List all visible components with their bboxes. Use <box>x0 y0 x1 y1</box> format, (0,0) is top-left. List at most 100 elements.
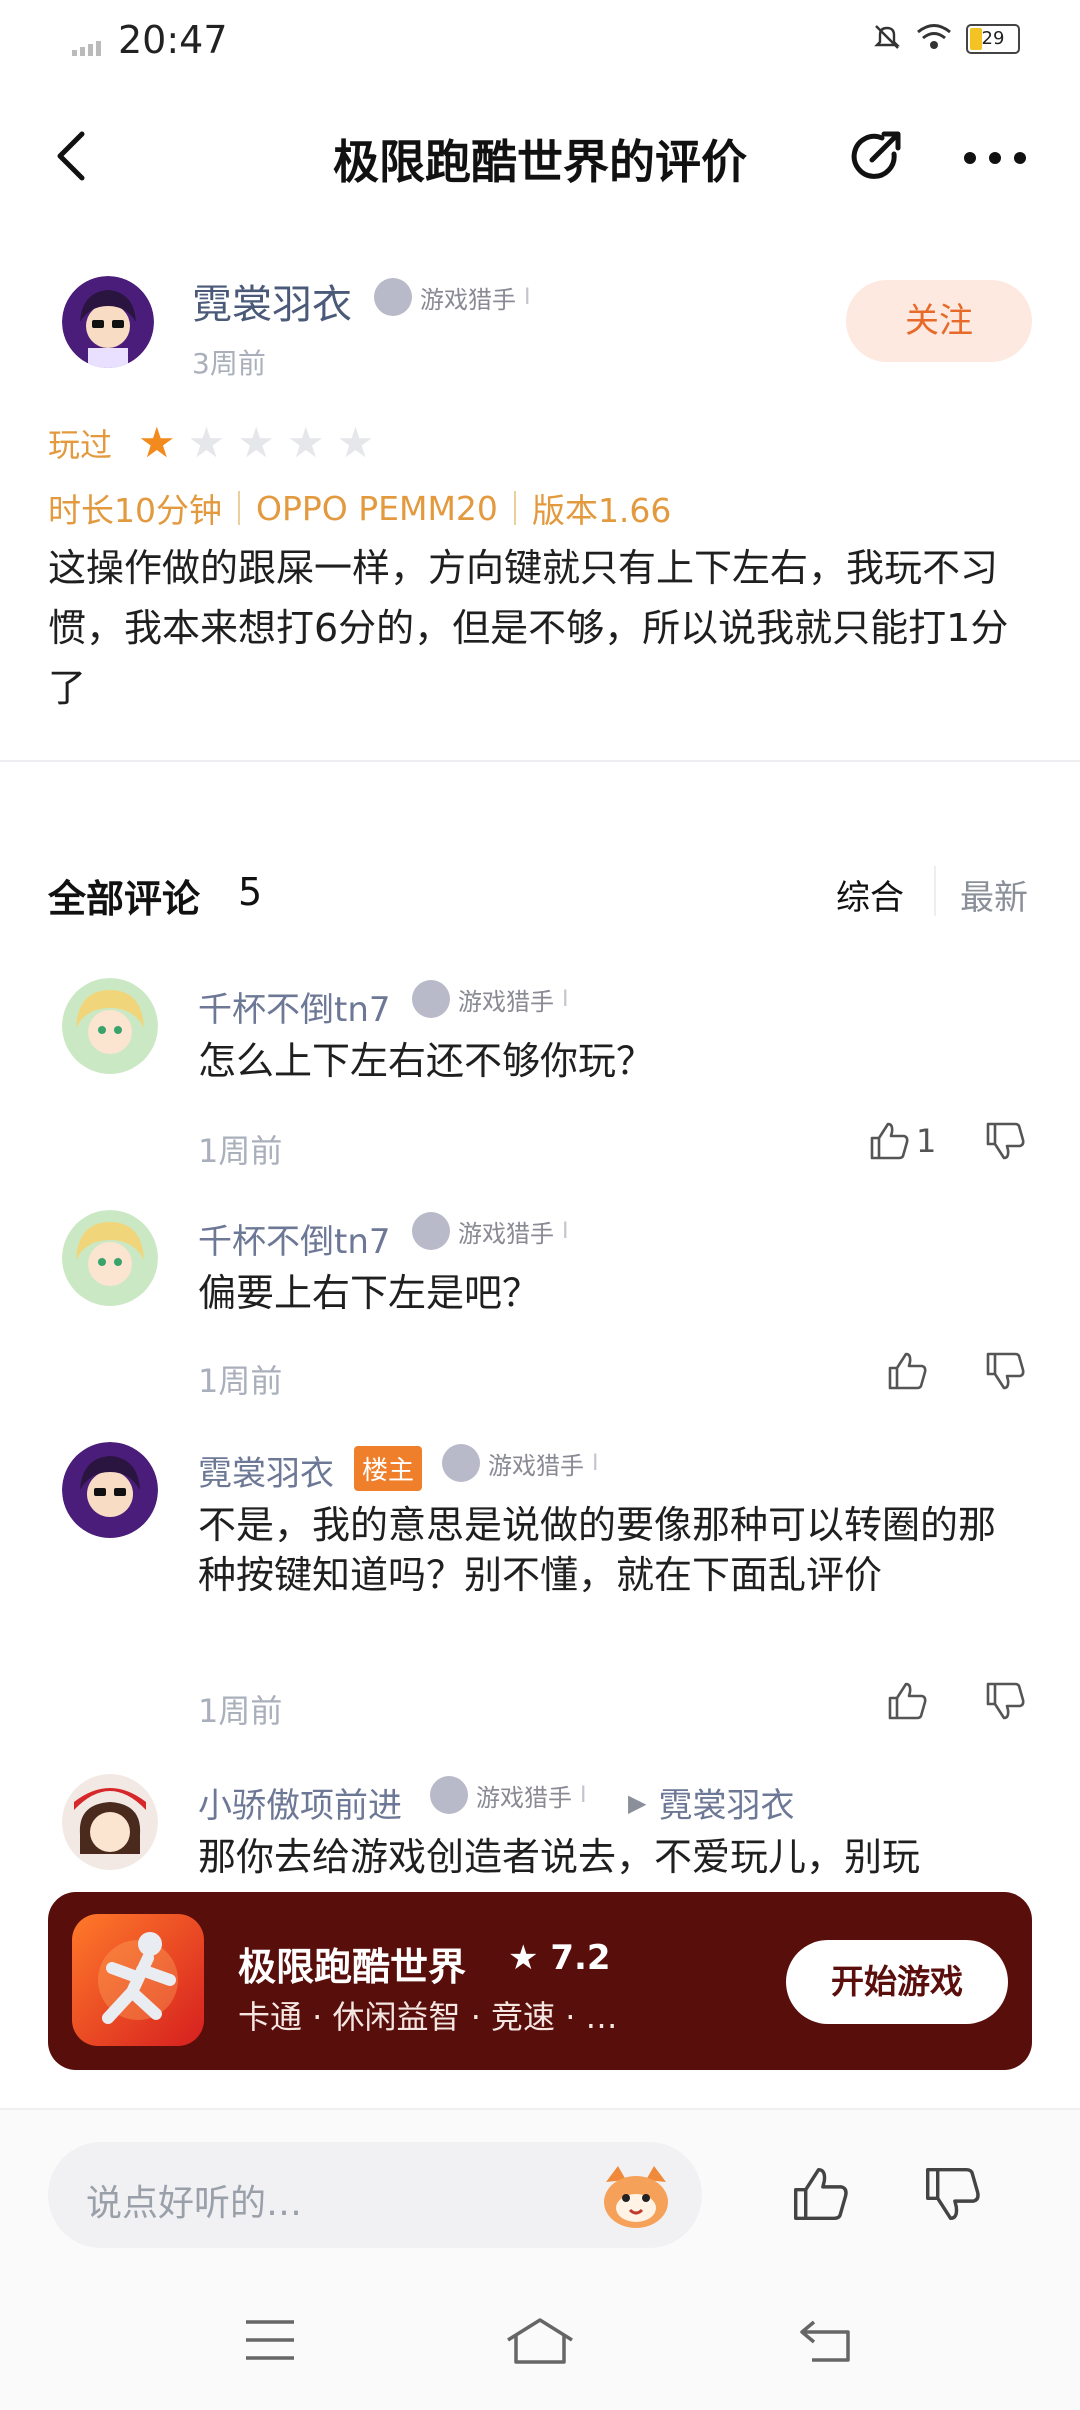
star-empty-icon: ★ <box>286 418 325 467</box>
share-button[interactable] <box>846 126 908 188</box>
sort-comprehensive[interactable]: 综合 <box>836 870 904 919</box>
commenter-avatar[interactable] <box>62 1442 158 1538</box>
commenter-avatar[interactable] <box>62 1774 158 1870</box>
op-tag: 楼主 <box>354 1446 423 1491</box>
comment-item: 霓裳羽衣 楼主 游戏猎手 I 不是，我的意思是说做的要像那种可以转圈的那种按键知… <box>0 1434 1080 1734</box>
like-button[interactable] <box>886 1350 928 1392</box>
comment-text: 偏要上右下左是吧？ <box>198 1271 541 1315</box>
play-duration: 时长10分钟 <box>48 491 222 530</box>
comment-time: 1周前 <box>198 1362 283 1400</box>
start-game-button[interactable]: 开始游戏 <box>786 1940 1008 2024</box>
comment-text: 怎么上下左右还不够你玩？ <box>198 1039 655 1083</box>
mute-icon <box>872 22 902 56</box>
badge-label: 游戏猎手 <box>458 1219 554 1248</box>
hunter-badge-icon <box>412 980 450 1018</box>
app-rating-value: 7.2 <box>550 1938 611 1978</box>
badge-label: 游戏猎手 <box>476 1783 572 1812</box>
comments-count: 5 <box>238 870 263 914</box>
home-icon <box>507 2318 573 2364</box>
app-icon[interactable] <box>72 1914 204 2046</box>
comment-item: 小骄傲项前进 游戏猎手 I ▶ 霓裳羽衣 那你去给游戏创造者说去，不爱玩儿，别玩 <box>0 1766 1080 1896</box>
review-time: 3周前 <box>192 347 266 380</box>
badge-label: 游戏猎手 <box>420 285 516 314</box>
emoji-mascot-icon[interactable] <box>596 2162 676 2232</box>
commenter-avatar[interactable] <box>62 978 158 1074</box>
badge-label: 游戏猎手 <box>458 987 554 1016</box>
like-button[interactable] <box>886 1680 928 1722</box>
thumbs-down-icon <box>986 1122 1025 1160</box>
sort-latest[interactable]: 最新 <box>960 870 1028 919</box>
nav-home-button[interactable] <box>504 2314 576 2370</box>
status-icons: 29 <box>872 22 1020 56</box>
commenter-name[interactable]: 霓裳羽衣 <box>198 1446 334 1495</box>
commenter-name[interactable]: 小骄傲项前进 <box>198 1778 402 1827</box>
commenter-badge: 游戏猎手 I <box>412 980 569 1018</box>
signal-icon <box>72 38 108 60</box>
sort-divider <box>934 866 936 916</box>
star-empty-icon: ★ <box>336 418 375 467</box>
star-empty-icon: ★ <box>187 418 226 467</box>
app-name: 极限跑酷世界 <box>238 1945 467 1989</box>
reply-arrow-icon: ▶ <box>628 1788 647 1817</box>
device-model: OPPO PEMM20 <box>256 488 498 528</box>
reply-to-name[interactable]: 霓裳羽衣 <box>658 1778 794 1827</box>
comment-item: 千杯不倒tn7 游戏猎手 I 偏要上右下左是吧？ 1周前 <box>0 1202 1080 1422</box>
like-count: 1 <box>916 1122 937 1160</box>
bottom-dislike-button[interactable] <box>922 2164 982 2228</box>
badge-label: 游戏猎手 <box>488 1451 584 1480</box>
commenter-badge: 游戏猎手 I <box>412 1212 569 1250</box>
hunter-badge-icon <box>374 278 412 316</box>
battery-level: 29 <box>981 28 1005 49</box>
comment-time: 1周前 <box>198 1132 283 1170</box>
comment-text: 不是，我的意思是说做的要像那种可以转圈的那种按键知道吗？别不懂，就在下面乱评价 <box>198 1503 997 1597</box>
thumbs-up-icon <box>794 2168 848 2220</box>
thumbs-up-icon <box>888 1682 927 1720</box>
dislike-button[interactable] <box>984 1120 1026 1162</box>
back-nav-icon <box>800 2320 850 2362</box>
commenter-name[interactable]: 千杯不倒tn7 <box>198 982 391 1031</box>
follow-button[interactable]: 关注 <box>846 280 1032 362</box>
thumbs-up-icon <box>870 1122 909 1160</box>
comments-title: 全部评论 <box>48 877 201 921</box>
comment-input-placeholder: 说点好听的… <box>86 2183 303 2224</box>
star-filled-icon: ★ <box>138 418 176 467</box>
comment-item: 千杯不倒tn7 游戏猎手 I 怎么上下左右还不够你玩？ 1周前 1 <box>0 970 1080 1190</box>
dislike-button[interactable] <box>984 1680 1026 1722</box>
app-rating: ★ 7.2 <box>508 1938 611 1978</box>
nav-back-button[interactable] <box>798 2314 854 2370</box>
divider <box>0 760 1080 762</box>
bottom-like-button[interactable] <box>790 2164 850 2228</box>
status-time: 20:47 <box>118 18 228 62</box>
star-icon: ★ <box>508 1938 539 1978</box>
comment-time: 1周前 <box>198 1692 283 1730</box>
author-avatar[interactable] <box>62 276 154 368</box>
reply-to[interactable]: ▶ 霓裳羽衣 <box>628 1778 794 1827</box>
review-text: 这操作做的跟屎一样，方向键就只有上下左右，我玩不习惯，我本来想打6分的，但是不够… <box>48 546 1009 710</box>
like-button[interactable]: 1 <box>868 1120 936 1162</box>
more-dots-icon <box>964 152 1026 164</box>
author-badge: 游戏猎手 I <box>374 278 531 316</box>
thumbs-down-icon <box>986 1682 1025 1720</box>
wifi-icon <box>916 23 952 55</box>
nav-menu-button[interactable] <box>244 2318 296 2366</box>
thumbs-down-icon <box>986 1352 1025 1390</box>
more-button[interactable] <box>960 148 1030 168</box>
review-meta: 时长10分钟 OPPO PEMM20 版本1.66 <box>48 484 671 532</box>
thumbs-up-icon <box>888 1352 927 1390</box>
dislike-button[interactable] <box>984 1350 1026 1392</box>
commenter-name[interactable]: 千杯不倒tn7 <box>198 1214 391 1263</box>
hunter-badge-icon <box>442 1444 480 1482</box>
star-empty-icon: ★ <box>237 418 275 467</box>
commenter-avatar[interactable] <box>62 1210 158 1306</box>
commenter-badge: 游戏猎手 I <box>442 1444 599 1482</box>
battery-icon: 29 <box>966 24 1020 54</box>
comment-text: 那你去给游戏创造者说去，不爱玩儿，别玩 <box>198 1835 921 1879</box>
page-title: 极限跑酷世界的评价 <box>333 135 747 189</box>
commenter-badge: 游戏猎手 I <box>430 1776 587 1814</box>
share-icon <box>851 131 901 179</box>
author-name[interactable]: 霓裳羽衣 <box>192 272 352 330</box>
game-version: 版本1.66 <box>531 491 672 530</box>
played-label: 玩过 <box>48 426 113 464</box>
hunter-badge-icon <box>412 1212 450 1250</box>
hunter-badge-icon <box>430 1776 468 1814</box>
